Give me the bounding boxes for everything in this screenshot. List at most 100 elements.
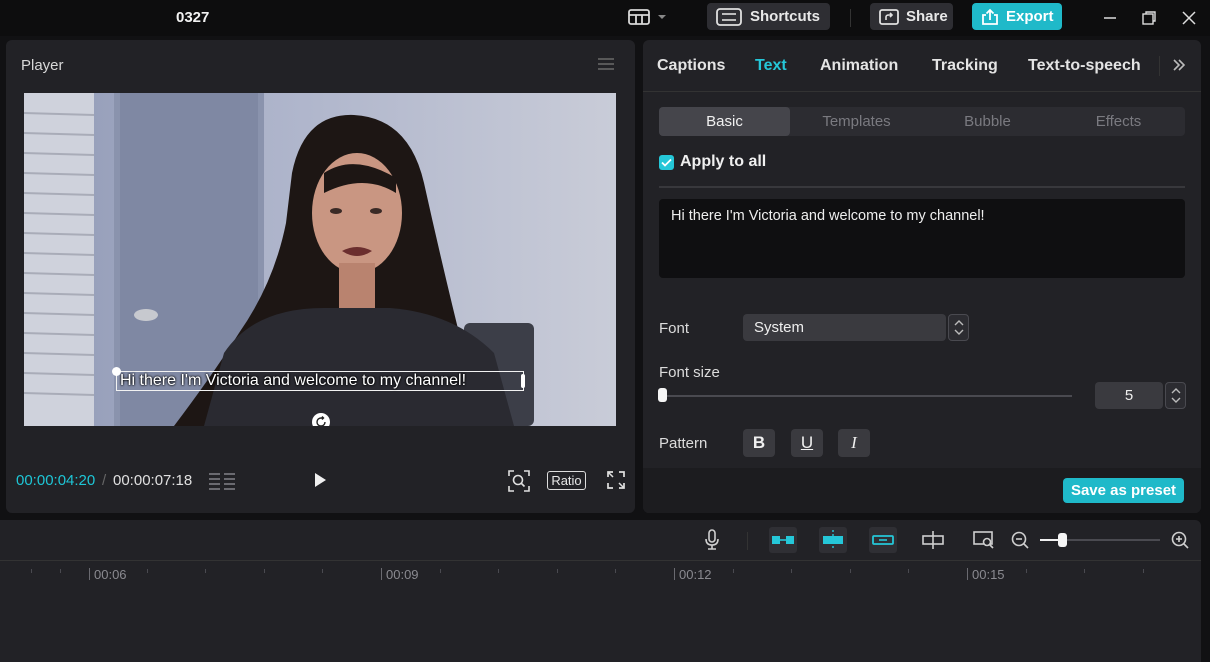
- fullscreen-button[interactable]: [607, 471, 625, 494]
- underline-button[interactable]: U: [791, 429, 823, 457]
- chevron-up-icon: [1171, 388, 1180, 394]
- ruler-label: 00:12: [679, 567, 712, 582]
- ratio-button[interactable]: Ratio: [547, 471, 586, 490]
- minimize-icon: [1104, 17, 1116, 19]
- share-icon: [879, 8, 899, 25]
- ruler-label: 00:09: [386, 567, 419, 582]
- caption-overlay-text: Hi there I'm Victoria and welcome to my …: [120, 372, 467, 389]
- more-tabs-button[interactable]: [1172, 58, 1186, 77]
- video-preview[interactable]: Hi there I'm Victoria and welcome to my …: [24, 93, 616, 426]
- pattern-label: Pattern: [659, 435, 708, 452]
- zoom-slider-thumb[interactable]: [1058, 533, 1067, 547]
- title-bar: 0327 Shortcuts Share Export: [0, 0, 1210, 36]
- zoom-out-button[interactable]: [1006, 527, 1034, 553]
- keyboard-icon: [716, 7, 742, 26]
- export-button[interactable]: Export: [972, 3, 1062, 30]
- rotate-handle[interactable]: [312, 413, 330, 426]
- zoom-in-button[interactable]: [1166, 527, 1194, 553]
- zoom-out-icon: [1011, 531, 1029, 549]
- ruler-minor-tick: [322, 569, 323, 573]
- microphone-icon: [705, 529, 719, 550]
- monitor-search-icon: [973, 531, 994, 549]
- close-button[interactable]: [1179, 8, 1199, 28]
- hamburger-icon: [598, 58, 614, 70]
- tab-text[interactable]: Text: [755, 57, 787, 75]
- upload-icon: [982, 8, 998, 25]
- ruler-minor-tick: [31, 569, 32, 573]
- font-select-stepper[interactable]: [948, 314, 969, 341]
- ruler-minor-tick: [60, 569, 61, 573]
- subtab-bubble[interactable]: Bubble: [922, 107, 1053, 136]
- ruler-minor-tick: [205, 569, 206, 573]
- ruler-major-tick: [89, 568, 90, 580]
- ruler-minor-tick: [557, 569, 558, 573]
- project-title: 0327: [176, 9, 210, 26]
- zoom-frame-icon: [508, 470, 530, 492]
- bold-button[interactable]: B: [743, 429, 775, 457]
- subtab-effects[interactable]: Effects: [1053, 107, 1184, 136]
- font-size-slider-track[interactable]: [662, 395, 1072, 397]
- player-panel: Player Hi there I'm Victoria and welcome…: [6, 40, 635, 513]
- tab-animation[interactable]: Animation: [820, 57, 898, 75]
- font-size-slider-thumb[interactable]: [658, 388, 667, 402]
- subtab-basic[interactable]: Basic: [659, 107, 790, 136]
- split-preview-button[interactable]: [919, 527, 947, 553]
- tab-captions[interactable]: Captions: [657, 57, 725, 75]
- toolbar-divider: [747, 532, 748, 550]
- preview-quality-button[interactable]: [508, 470, 530, 497]
- share-label: Share: [906, 8, 948, 25]
- ruler-minor-tick: [1143, 569, 1144, 573]
- minimize-button[interactable]: [1100, 8, 1120, 28]
- titlebar-divider: [850, 9, 851, 27]
- tabs-divider: [1159, 56, 1160, 76]
- save-as-preset-button[interactable]: Save as preset: [1063, 478, 1184, 503]
- chevron-up-icon: [954, 320, 963, 326]
- resize-handle[interactable]: [112, 367, 121, 376]
- italic-button[interactable]: I: [838, 429, 870, 457]
- chevron-down-icon: [658, 14, 666, 19]
- ruler-minor-tick: [791, 569, 792, 573]
- maximize-button[interactable]: [1139, 8, 1159, 28]
- font-size-stepper[interactable]: [1165, 382, 1186, 409]
- share-button[interactable]: Share: [870, 3, 953, 30]
- tab-text-to-speech[interactable]: Text-to-speech: [1028, 57, 1141, 75]
- font-select[interactable]: System: [743, 314, 946, 341]
- font-size-input[interactable]: 5: [1095, 382, 1163, 409]
- layout-icon: [628, 8, 650, 25]
- ruler-major-tick: [967, 568, 968, 580]
- timeline-toolbar: [0, 520, 1201, 561]
- link-icon: [872, 535, 894, 545]
- play-button[interactable]: [311, 471, 329, 494]
- linkage-button[interactable]: [869, 527, 897, 553]
- font-size-label: Font size: [659, 364, 720, 381]
- tab-tracking[interactable]: Tracking: [932, 57, 998, 75]
- player-menu-button[interactable]: [597, 57, 615, 76]
- ruler-minor-tick: [498, 569, 499, 573]
- fullscreen-icon: [607, 471, 625, 489]
- magnet-link-icon: [772, 536, 794, 544]
- subtab-templates[interactable]: Templates: [791, 107, 922, 136]
- ruler-label: 00:06: [94, 567, 127, 582]
- timecode-toggle[interactable]: [208, 471, 236, 496]
- chevron-down-icon: [1171, 397, 1180, 403]
- caption-text-box[interactable]: Hi there I'm Victoria and welcome to my …: [116, 371, 524, 391]
- layout-menu-button[interactable]: [628, 3, 670, 30]
- snap-icon: [823, 530, 843, 550]
- ruler-minor-tick: [1026, 569, 1027, 573]
- record-voice-button[interactable]: [698, 527, 726, 553]
- main-track-magnet-button[interactable]: [769, 527, 797, 553]
- ruler-minor-tick: [440, 569, 441, 573]
- apply-to-all-label: Apply to all: [680, 153, 767, 170]
- section-divider: [659, 186, 1185, 188]
- current-time: 00:00:04:20: [16, 472, 96, 489]
- restore-icon: [1142, 11, 1156, 25]
- preview-axis-button[interactable]: [970, 527, 998, 553]
- shortcuts-button[interactable]: Shortcuts: [707, 3, 830, 30]
- apply-to-all-checkbox[interactable]: [659, 154, 674, 170]
- checkmark-icon: [661, 158, 672, 167]
- font-label: Font: [659, 320, 690, 337]
- width-handle[interactable]: [521, 374, 525, 388]
- auto-snap-button[interactable]: [819, 527, 847, 553]
- apply-to-all-row[interactable]: Apply to all: [659, 153, 766, 171]
- caption-text-input[interactable]: Hi there I'm Victoria and welcome to my …: [659, 199, 1185, 278]
